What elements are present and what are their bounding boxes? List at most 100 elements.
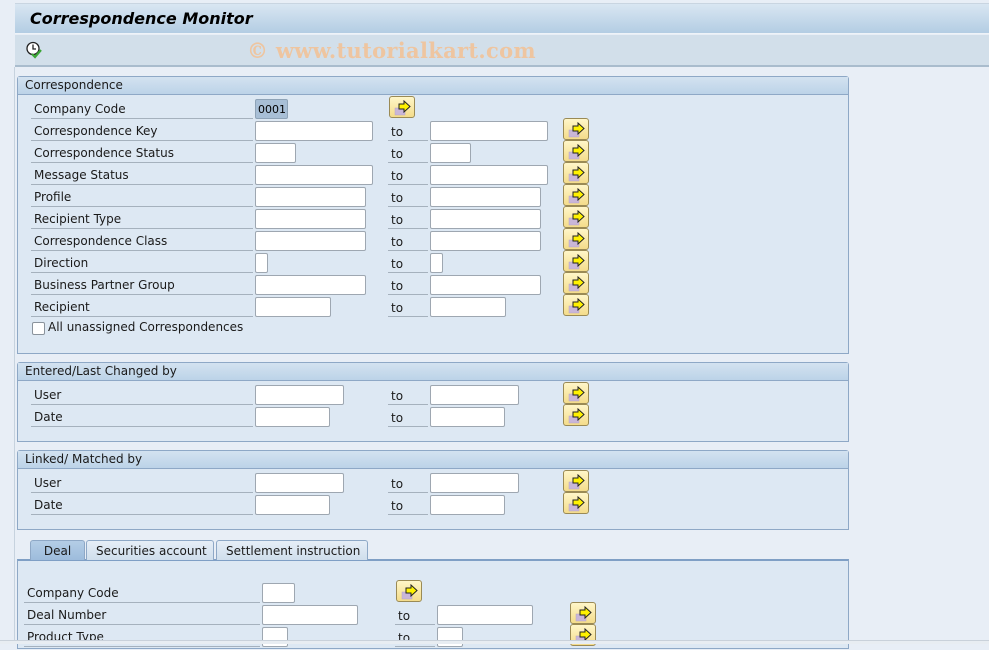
correspondence-class-to-label: to: [388, 230, 428, 251]
entered-user-to-input[interactable]: [430, 385, 519, 405]
recipient-from-input[interactable]: [255, 297, 331, 317]
multiple-selection-arrow-icon: [575, 606, 592, 622]
multiple-selection-arrow-icon: [568, 122, 585, 138]
correspondence-key-to-input[interactable]: [430, 121, 548, 141]
recipient-type-to-input[interactable]: [430, 209, 541, 229]
application-toolbar: © www.tutorialkart.com: [15, 35, 989, 67]
profile-to-input[interactable]: [430, 187, 541, 207]
message-status-to-label: to: [388, 164, 428, 185]
multiple-selection-arrow-icon: [568, 188, 585, 204]
entered-date-to-input[interactable]: [430, 407, 505, 427]
product-type-from-input[interactable]: [262, 627, 288, 647]
recipient-type-multiple-selection-button[interactable]: [563, 206, 589, 228]
multiple-selection-arrow-icon: [568, 276, 585, 292]
recipient-multiple-selection-button[interactable]: [563, 294, 589, 316]
business-partner-group-label: Business Partner Group: [31, 274, 253, 295]
recipient-label: Recipient: [31, 296, 253, 317]
recipient-to-input[interactable]: [430, 297, 506, 317]
message-status-multiple-selection-button[interactable]: [563, 162, 589, 184]
execute-button[interactable]: [25, 41, 43, 59]
entered-date-to-label: to: [388, 406, 428, 427]
tab-deal[interactable]: Deal: [30, 540, 85, 560]
correspondence-key-to-label: to: [388, 120, 428, 141]
entered-date-multiple-selection-button[interactable]: [563, 404, 589, 426]
correspondence-status-label: Correspondence Status: [31, 142, 253, 163]
multiple-selection-arrow-icon: [568, 298, 585, 314]
watermark: © www.tutorialkart.com: [247, 38, 536, 63]
correspondence-key-from-input[interactable]: [255, 121, 373, 141]
correspondence-group-header: Correspondence: [18, 77, 848, 95]
direction-label: Direction: [31, 252, 253, 273]
all-unassigned-checkbox[interactable]: [32, 322, 45, 335]
linked-user-to-label: to: [388, 472, 428, 493]
title-bar: Correspondence Monitor: [15, 3, 989, 34]
status-area: [0, 640, 989, 644]
multiple-selection-arrow-icon: [568, 232, 585, 248]
multiple-selection-arrow-icon: [401, 584, 418, 600]
linked-date-label: Date: [31, 494, 253, 515]
linked-user-label: User: [31, 472, 253, 493]
entered-user-to-label: to: [388, 384, 428, 405]
correspondence-class-to-input[interactable]: [430, 231, 541, 251]
correspondence-key-multiple-selection-button[interactable]: [563, 118, 589, 140]
linked-user-multiple-selection-button[interactable]: [563, 470, 589, 492]
linked-user-to-input[interactable]: [430, 473, 519, 493]
entered-date-label: Date: [31, 406, 253, 427]
entered-date-from-input[interactable]: [255, 407, 330, 427]
linked-group-header: Linked/ Matched by: [18, 451, 848, 469]
linked-date-to-input[interactable]: [430, 495, 505, 515]
multiple-selection-arrow-icon: [568, 474, 585, 490]
profile-to-label: to: [388, 186, 428, 207]
business-partner-group-multiple-selection-button[interactable]: [563, 272, 589, 294]
all-unassigned-label: All unassigned Correspondences: [48, 320, 244, 334]
linked-date-from-input[interactable]: [255, 495, 330, 515]
linked-user-from-input[interactable]: [255, 473, 344, 493]
page-title: Correspondence Monitor: [30, 9, 253, 28]
profile-multiple-selection-button[interactable]: [563, 184, 589, 206]
deal-number-multiple-selection-button[interactable]: [570, 602, 596, 624]
tab-settlement-instruction[interactable]: Settlement instruction: [216, 540, 368, 560]
correspondence-class-from-input[interactable]: [255, 231, 366, 251]
deal-number-label: Deal Number: [24, 604, 260, 625]
deal-number-to-label: to: [395, 604, 435, 625]
deal-company-code-from-input[interactable]: [262, 583, 295, 603]
recipient-type-from-input[interactable]: [255, 209, 366, 229]
entered-group-header: Entered/Last Changed by: [18, 363, 848, 381]
tab-securities-account[interactable]: Securities account: [86, 540, 214, 560]
message-status-to-input[interactable]: [430, 165, 548, 185]
correspondence-key-label: Correspondence Key: [31, 120, 253, 141]
recipient-type-label: Recipient Type: [31, 208, 253, 229]
correspondence-status-to-label: to: [388, 142, 428, 163]
entered-user-multiple-selection-button[interactable]: [563, 382, 589, 404]
multiple-selection-arrow-icon: [568, 166, 585, 182]
direction-multiple-selection-button[interactable]: [563, 250, 589, 272]
profile-from-input[interactable]: [255, 187, 366, 207]
correspondence-class-multiple-selection-button[interactable]: [563, 228, 589, 250]
correspondence-status-from-input[interactable]: [255, 143, 296, 163]
company-code-from-input[interactable]: [255, 99, 288, 119]
execute-clock-check-icon: [26, 41, 42, 59]
business-partner-group-from-input[interactable]: [255, 275, 366, 295]
recipient-type-to-label: to: [388, 208, 428, 229]
direction-from-input[interactable]: [255, 253, 268, 273]
product-type-to-input[interactable]: [437, 627, 463, 647]
recipient-to-label: to: [388, 296, 428, 317]
correspondence-status-to-input[interactable]: [430, 143, 471, 163]
deal-company-code-multiple-selection-button[interactable]: [396, 580, 422, 602]
message-status-label: Message Status: [31, 164, 253, 185]
business-partner-group-to-input[interactable]: [430, 275, 541, 295]
company-code-multiple-selection-button[interactable]: [389, 96, 415, 118]
correspondence-class-label: Correspondence Class: [31, 230, 253, 251]
entered-user-label: User: [31, 384, 253, 405]
deal-company-code-label: Company Code: [24, 582, 260, 603]
deal-number-to-input[interactable]: [437, 605, 533, 625]
multiple-selection-arrow-icon: [568, 408, 585, 424]
multiple-selection-arrow-icon: [394, 100, 411, 116]
message-status-from-input[interactable]: [255, 165, 373, 185]
profile-label: Profile: [31, 186, 253, 207]
entered-user-from-input[interactable]: [255, 385, 344, 405]
direction-to-input[interactable]: [430, 253, 443, 273]
correspondence-status-multiple-selection-button[interactable]: [563, 140, 589, 162]
linked-date-multiple-selection-button[interactable]: [563, 492, 589, 514]
deal-number-from-input[interactable]: [262, 605, 358, 625]
